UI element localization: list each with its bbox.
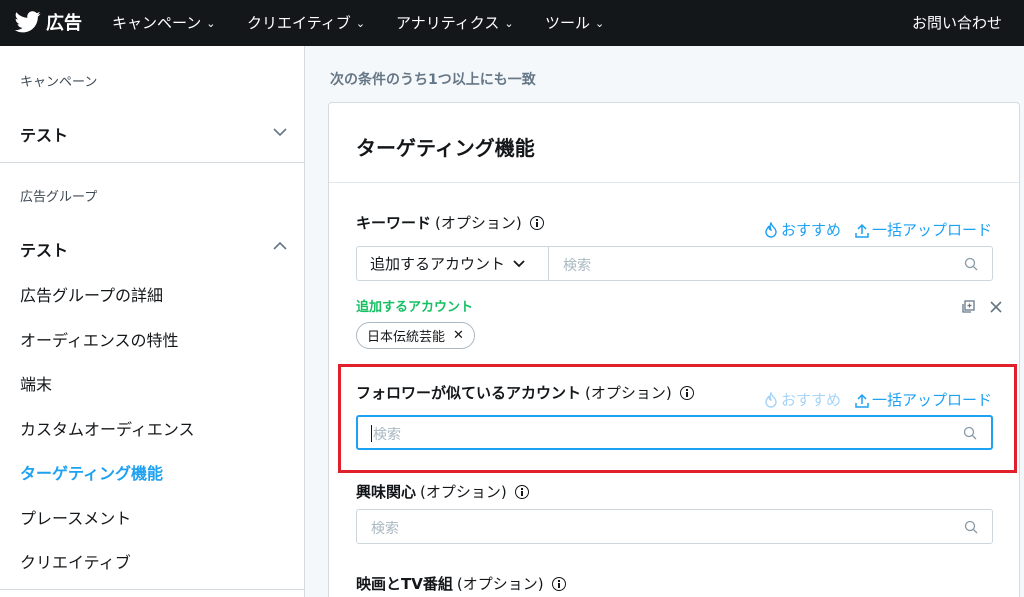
search-icon (963, 426, 977, 440)
sidebar-item-adgroup-details[interactable]: 広告グループの詳細 (20, 282, 163, 306)
nav-campaigns[interactable]: キャンペーン ⌄ (112, 12, 215, 33)
text-caret (371, 425, 372, 442)
nav-tools-label: ツール (545, 14, 591, 32)
sidebar-item-placements[interactable]: プレースメント (20, 505, 131, 529)
movie-optional: (オプション) (456, 575, 544, 593)
keyword-actions: おすすめ 一括アップロード (764, 219, 992, 240)
keyword-label-text: キーワード (356, 214, 432, 232)
chevron-down-icon (513, 259, 525, 267)
adgroup-name[interactable]: テスト (20, 237, 68, 261)
movie-label: 映画とTV番組 (オプション) (356, 573, 566, 594)
chevron-down-icon: ⌄ (206, 17, 216, 30)
chevron-down-icon: ⌄ (595, 17, 605, 30)
sidebar-item-creatives[interactable]: クリエイティブ (20, 549, 131, 573)
info-icon[interactable] (514, 484, 529, 499)
upload-icon (855, 393, 869, 408)
bulk-upload-button[interactable]: 一括アップロード (855, 219, 992, 240)
card-title: ターゲティング機能 (356, 136, 535, 160)
nav-tools[interactable]: ツール ⌄ (545, 12, 604, 33)
info-icon[interactable] (679, 385, 694, 400)
interest-label: 興味関心 (オプション) (356, 481, 529, 502)
interest-search-input[interactable]: 検索 (356, 509, 993, 544)
recommend-label: おすすめ (780, 221, 841, 239)
sidebar-divider (0, 589, 305, 590)
nav-analytics-label: アナリティクス (396, 14, 500, 32)
campaign-name[interactable]: テスト (20, 122, 68, 146)
dropdown-value: 追加するアカウント (370, 255, 506, 273)
sidebar-item-audience[interactable]: オーディエンスの特性 (20, 327, 179, 351)
copy-icon[interactable] (961, 300, 975, 314)
sidebar-item-targeting[interactable]: ターゲティング機能 (20, 460, 163, 484)
follower-label: フォロワーが似ているアカウント (オプション) (356, 382, 694, 403)
follower-search-placeholder: 検索 (373, 427, 401, 443)
interest-search-placeholder: 検索 (371, 521, 399, 537)
top-bar: 広告 キャンペーン ⌄ クリエイティブ ⌄ アナリティクス ⌄ ツール ⌄ お問い合わせ (0, 0, 1024, 46)
chevron-down-icon: ⌄ (355, 17, 366, 30)
sidebar-divider (0, 162, 305, 163)
follower-actions: おすすめ 一括アップロード (764, 389, 992, 410)
recommend-button[interactable]: おすすめ (764, 219, 841, 240)
nav-analytics[interactable]: アナリティクス ⌄ (396, 12, 514, 33)
sidebar: キャンペーン テスト 広告グループ テスト 広告グループの詳細 オーディエンスの… (0, 46, 305, 597)
nav-campaigns-label: キャンペーン (112, 14, 202, 32)
match-condition-heading: 次の条件のうち1つ以上にも一致 (330, 72, 536, 88)
chevron-up-icon[interactable] (272, 238, 288, 254)
keyword-search-box: 追加するアカウント 検索 (356, 246, 993, 281)
contact-link[interactable]: お問い合わせ (912, 12, 1002, 33)
interest-label-text: 興味関心 (356, 483, 417, 501)
chevron-down-icon[interactable] (272, 124, 288, 140)
keyword-optional: (オプション) (435, 214, 522, 232)
info-icon[interactable] (551, 576, 566, 591)
bulk-upload-button[interactable]: 一括アップロード (855, 389, 992, 410)
twitter-bird-icon (15, 11, 41, 33)
nav-creatives[interactable]: クリエイティブ ⌄ (247, 12, 365, 33)
flame-icon (765, 391, 777, 408)
sidebar-item-custom-audience[interactable]: カスタムオーディエンス (20, 416, 195, 440)
close-icon[interactable] (990, 301, 1002, 313)
bulk-upload-label: 一括アップロード (871, 221, 992, 239)
account-type-dropdown[interactable]: 追加するアカウント (357, 247, 549, 280)
nav-creatives-label: クリエイティブ (247, 14, 351, 32)
recommend-label: おすすめ (780, 391, 841, 409)
follower-optional: (オプション) (585, 384, 672, 402)
brand-logo[interactable]: 広告 (15, 9, 82, 35)
sidebar-item-devices[interactable]: 端末 (20, 371, 52, 395)
search-icon (964, 520, 978, 534)
remove-tag-icon[interactable]: ✕ (453, 328, 464, 343)
adgroup-section-label: 広告グループ (20, 190, 98, 205)
flame-icon (765, 221, 777, 238)
interest-optional: (オプション) (420, 483, 507, 501)
added-accounts-label: 追加するアカウント (356, 300, 474, 315)
bulk-upload-label: 一括アップロード (871, 391, 992, 409)
added-account-tag: 日本伝統芸能 ✕ (356, 322, 475, 349)
keyword-search-input[interactable]: 検索 (563, 255, 591, 275)
search-icon (964, 257, 978, 271)
upload-icon (855, 223, 869, 238)
card-divider (329, 182, 1019, 183)
chevron-down-icon: ⌄ (504, 17, 514, 30)
info-icon[interactable] (529, 215, 544, 230)
brand-label: 広告 (46, 13, 82, 34)
keyword-label: キーワード (オプション) (356, 212, 544, 233)
movie-label-text: 映画とTV番組 (356, 575, 453, 593)
tag-label: 日本伝統芸能 (367, 330, 446, 345)
follower-search-input[interactable]: 検索 (356, 415, 993, 450)
campaign-section-label: キャンペーン (20, 75, 98, 90)
follower-label-text: フォロワーが似ているアカウント (356, 384, 582, 402)
recommend-button[interactable]: おすすめ (764, 389, 841, 410)
